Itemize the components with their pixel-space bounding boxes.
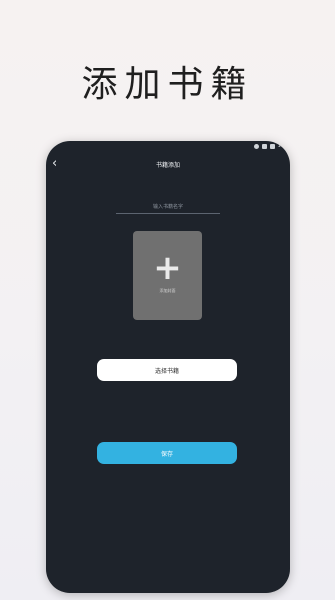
promo-headline: 添加书籍	[81, 64, 254, 105]
add-cover-button[interactable]: + 添加封面	[133, 231, 202, 320]
book-name-input[interactable]	[116, 201, 220, 214]
plus-icon: +	[153, 248, 182, 288]
save-button[interactable]: 保存	[97, 442, 237, 464]
add-cover-label: 添加封面	[159, 288, 176, 293]
page-title: 书籍添加	[155, 162, 180, 169]
battery-level: 10	[277, 143, 284, 149]
battery-icon	[269, 143, 275, 149]
wifi-icon	[253, 143, 259, 149]
signal-icon	[261, 143, 267, 149]
status-bar: 10	[253, 141, 284, 151]
phone-screen: 10 ‹ 书籍添加 + 添加封面 选择书籍 保存	[46, 141, 290, 593]
select-book-button[interactable]: 选择书籍	[97, 359, 237, 381]
